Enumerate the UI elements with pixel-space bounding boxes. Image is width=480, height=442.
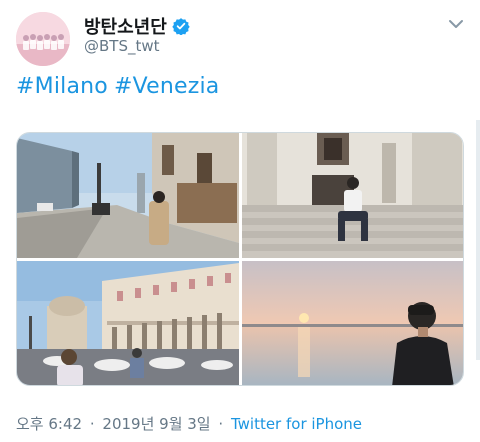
- hashtag-venezia[interactable]: #Venezia: [114, 74, 220, 99]
- media-grid: [16, 132, 464, 386]
- hashtag-milano[interactable]: #Milano: [16, 74, 108, 99]
- user-handle[interactable]: @BTS_twt: [84, 37, 160, 55]
- venice-church-steps-photo[interactable]: [242, 133, 463, 258]
- venice-sunset-photo[interactable]: [242, 261, 463, 385]
- chevron-down-icon[interactable]: [446, 14, 466, 34]
- meta-separator: ·: [89, 415, 95, 433]
- tweet-metadata: 오후 6:42 · 2019년 9월 3일 · Twitter for iPho…: [16, 413, 362, 434]
- scrollbar[interactable]: [476, 120, 480, 360]
- name-row: 방탄소년단: [84, 13, 190, 39]
- meta-separator: ·: [218, 415, 224, 433]
- verified-badge-icon: [172, 17, 190, 35]
- tweet-source-link[interactable]: Twitter for iPhone: [231, 415, 362, 433]
- doges-palace-photo[interactable]: [17, 261, 239, 385]
- tweet-time[interactable]: 오후 6:42: [16, 415, 82, 433]
- tweet-date[interactable]: 2019년 9월 3일: [102, 415, 210, 433]
- profile-avatar[interactable]: [16, 12, 70, 66]
- tweet-card: 방탄소년단 @BTS_twt #Milano #Venezia 오후 6:42 …: [0, 0, 480, 442]
- milan-street-photo[interactable]: [17, 133, 239, 258]
- display-name[interactable]: 방탄소년단: [84, 13, 167, 39]
- tweet-text: #Milano #Venezia: [16, 74, 225, 99]
